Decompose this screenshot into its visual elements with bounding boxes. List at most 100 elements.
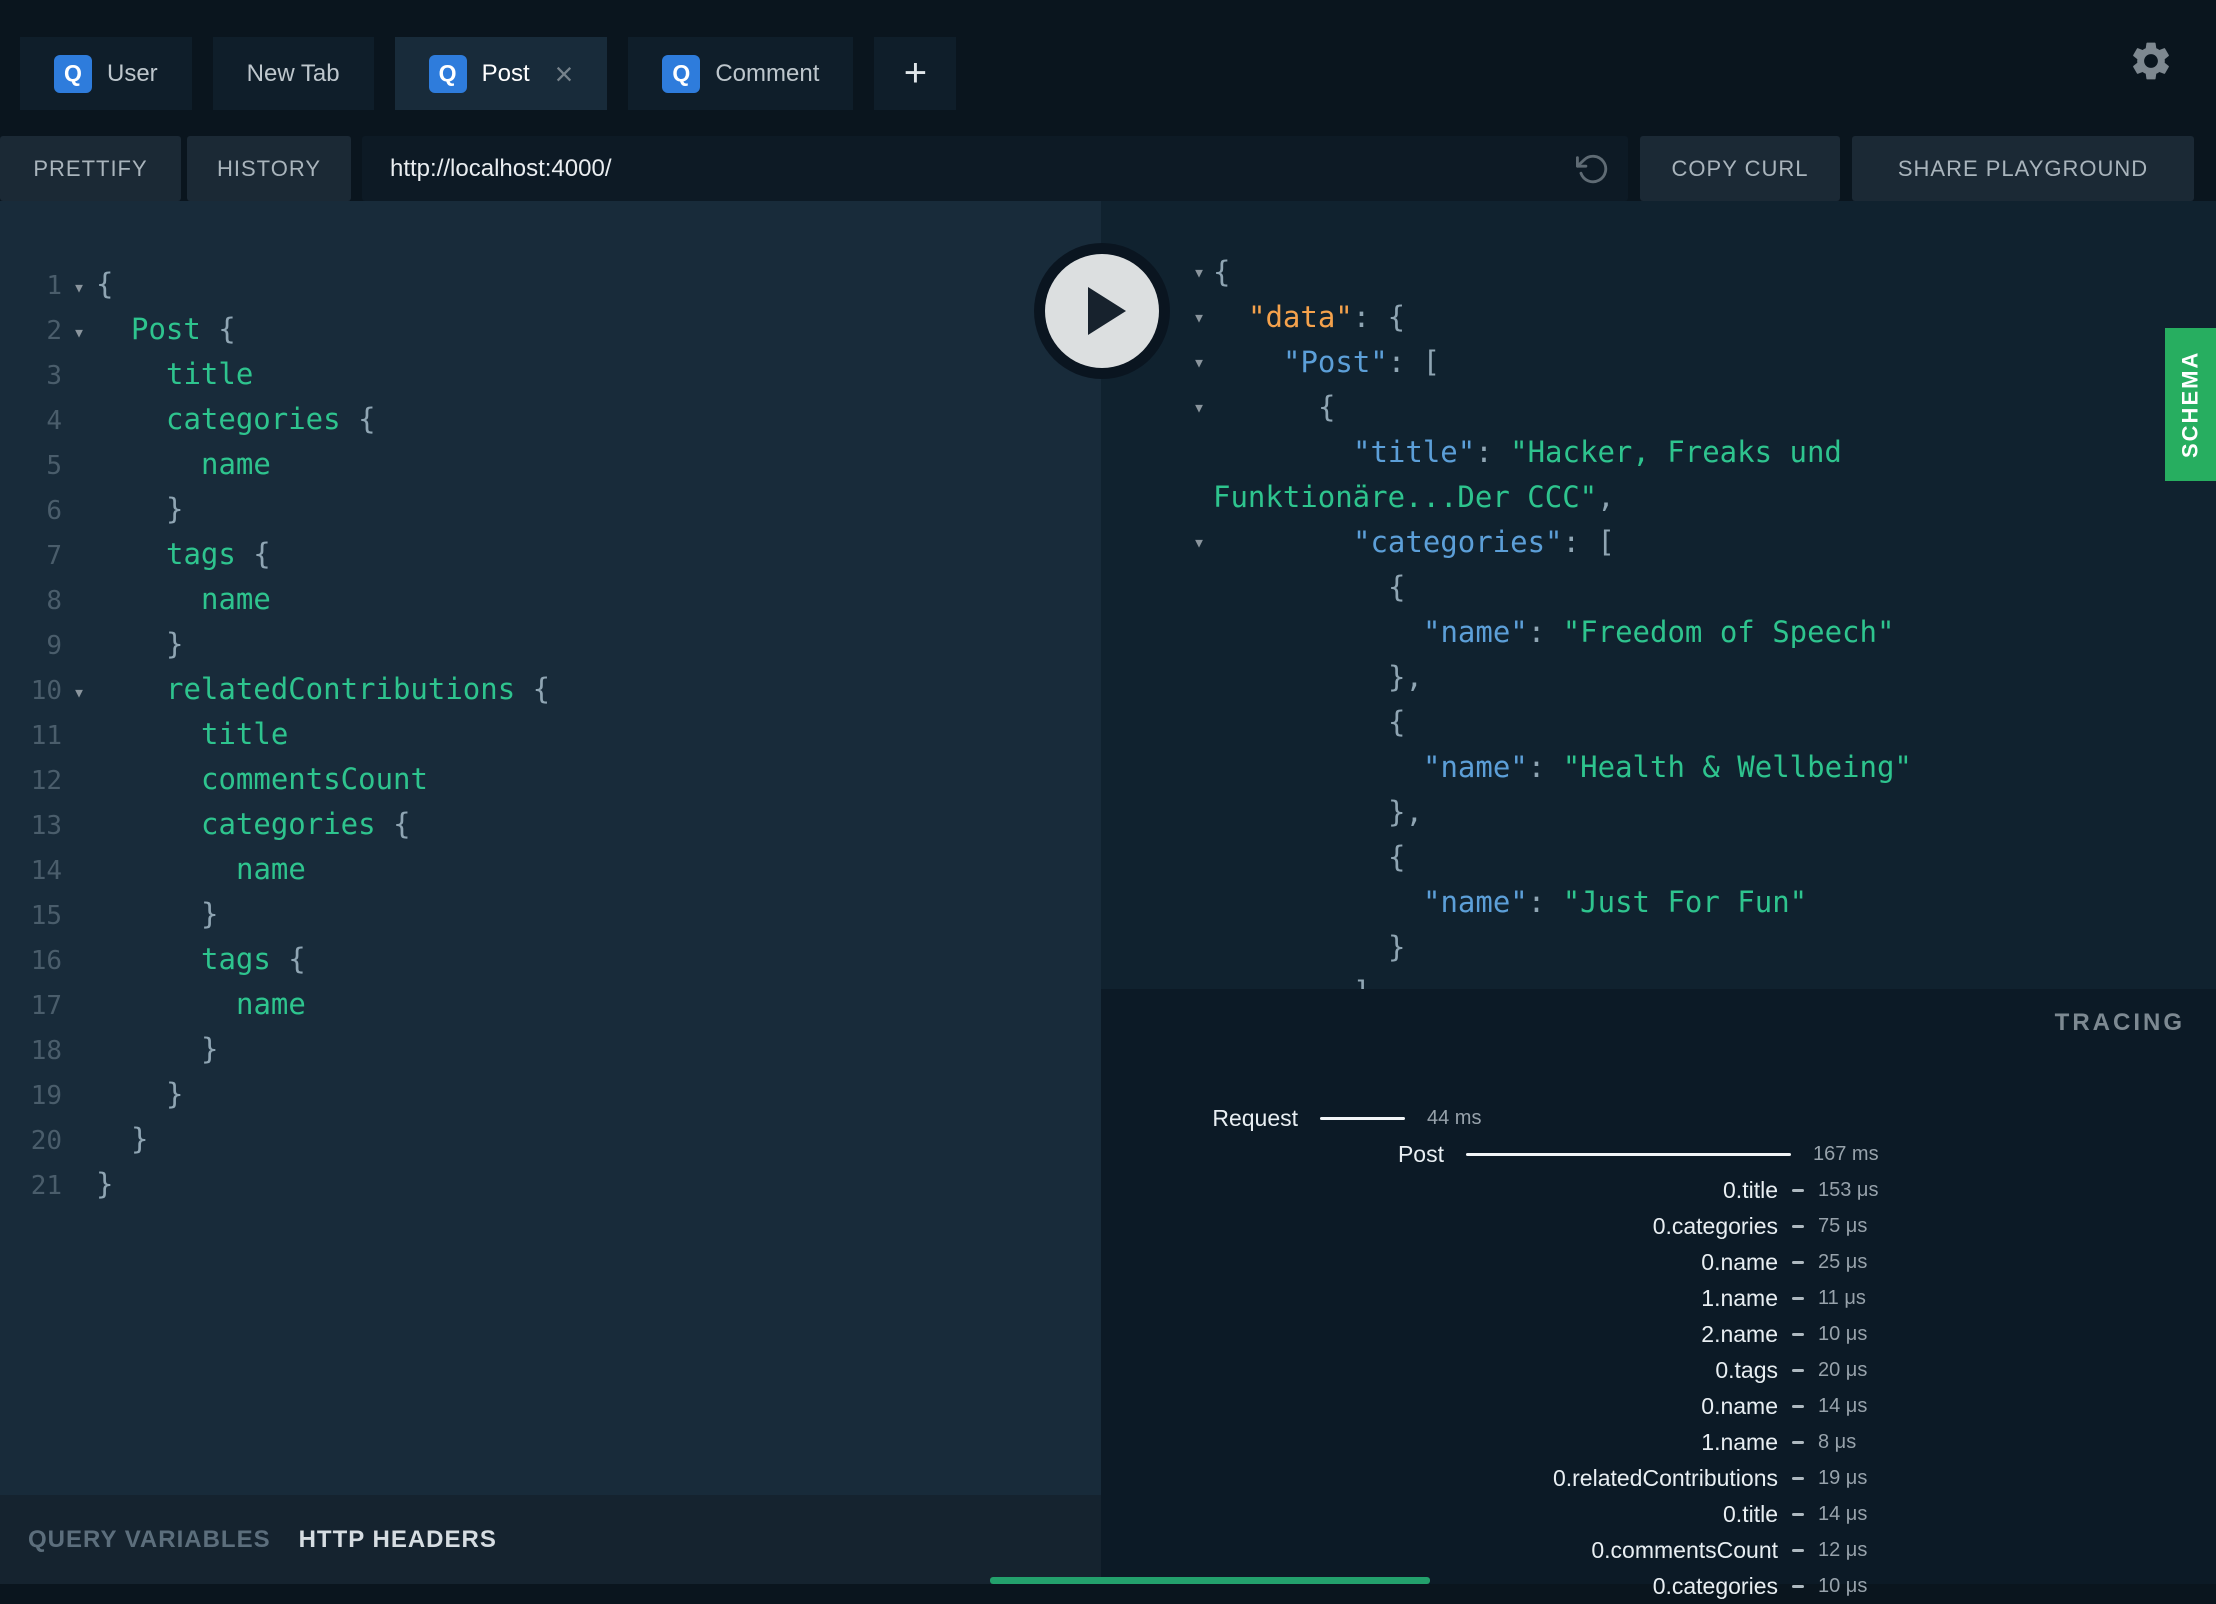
code-text: } bbox=[201, 897, 219, 931]
tracing-label: 0.relatedContributions bbox=[1552, 1464, 1778, 1491]
code-text: } bbox=[96, 1167, 114, 1201]
code-text: }, bbox=[1388, 795, 1423, 829]
code-text: Funktionäre...Der CCC", bbox=[1213, 480, 1615, 514]
line-number: 5 bbox=[46, 451, 62, 481]
tracing-label: 0.title bbox=[1723, 1176, 1778, 1203]
tracing-label: 0.name bbox=[1701, 1392, 1778, 1419]
tab-post[interactable]: Q Post × bbox=[394, 37, 608, 110]
tracing-row: 1.name 11 μs bbox=[1101, 1280, 2216, 1316]
tab-comment[interactable]: Q Comment bbox=[628, 37, 854, 110]
endpoint-url-input[interactable] bbox=[362, 154, 1628, 183]
query-line: 15} bbox=[0, 892, 1101, 937]
fold-arrow-icon[interactable]: ▾ bbox=[62, 310, 96, 355]
execute-query-button[interactable] bbox=[1034, 243, 1170, 379]
new-tab-button[interactable]: + bbox=[874, 37, 957, 110]
tab-new-tab[interactable]: New Tab bbox=[212, 37, 374, 110]
fold-arrow-icon[interactable]: ▾ bbox=[1193, 520, 1205, 565]
close-tab-icon[interactable]: × bbox=[555, 58, 574, 90]
tracing-row: Request 44 ms bbox=[1101, 1100, 2216, 1136]
duration-value: 75 μs bbox=[1818, 1214, 1868, 1237]
code-text: } bbox=[166, 627, 184, 661]
query-line: 7 tags { bbox=[0, 532, 1101, 577]
tab-user[interactable]: Q User bbox=[20, 37, 192, 110]
query-variables-toggle[interactable]: QUERY VARIABLES bbox=[28, 1526, 271, 1554]
response-line: } bbox=[1101, 925, 2216, 970]
query-line: 17 name bbox=[0, 982, 1101, 1027]
prettify-button[interactable]: PRETTIFY bbox=[0, 136, 181, 201]
code-text: { bbox=[1388, 705, 1406, 739]
code-text: categories { bbox=[166, 402, 376, 436]
duration-value: 14 μs bbox=[1818, 1502, 1868, 1525]
dash-separator bbox=[1778, 1476, 1818, 1480]
fold-arrow-icon[interactable]: ▾ bbox=[62, 670, 96, 715]
tracing-label: 0.name bbox=[1701, 1248, 1778, 1275]
query-line: 21} bbox=[0, 1162, 1101, 1207]
fold-arrow-icon[interactable]: ▾ bbox=[62, 265, 96, 310]
query-line: 16 tags { bbox=[0, 937, 1101, 982]
line-number: 9 bbox=[46, 631, 62, 661]
line-number: 3 bbox=[46, 361, 62, 391]
query-type-icon: Q bbox=[428, 54, 467, 93]
tracing-row: 0.name 14 μs bbox=[1101, 1388, 2216, 1424]
dash-separator bbox=[1778, 1296, 1818, 1300]
query-type-icon: Q bbox=[54, 54, 92, 93]
tracing-label: 0.commentsCount bbox=[1591, 1536, 1778, 1563]
line-number: 20 bbox=[30, 1126, 62, 1156]
copy-curl-button[interactable]: COPY CURL bbox=[1640, 136, 1840, 201]
code-text: "title": "Hacker, Freaks und bbox=[1353, 435, 1842, 469]
settings-gear-icon[interactable] bbox=[2128, 38, 2174, 84]
schema-tab[interactable]: SCHEMA bbox=[2165, 328, 2216, 481]
duration-value: 167 ms bbox=[1813, 1142, 1879, 1165]
line-number: 19 bbox=[30, 1081, 62, 1111]
tracing-label: 0.title bbox=[1723, 1500, 1778, 1527]
line-number: 17 bbox=[30, 991, 62, 1021]
code-text: name bbox=[236, 987, 306, 1021]
tracing-row: Post 167 ms bbox=[1101, 1136, 2216, 1172]
line-number: 7 bbox=[46, 541, 62, 571]
response-viewer[interactable]: ▾{▾ "data": {▾ "Post": [▾{"title": "Hacker… bbox=[1101, 201, 2216, 1038]
play-icon bbox=[1088, 287, 1126, 335]
duration-value: 20 μs bbox=[1818, 1358, 1868, 1381]
fold-arrow-icon[interactable]: ▾ bbox=[1193, 340, 1205, 385]
http-headers-toggle[interactable]: HTTP HEADERS bbox=[299, 1526, 497, 1554]
fold-arrow-icon[interactable]: ▾ bbox=[1193, 385, 1205, 430]
response-line: { bbox=[1101, 835, 2216, 880]
duration-value: 44 ms bbox=[1427, 1106, 1482, 1129]
history-button[interactable]: HISTORY bbox=[187, 136, 351, 201]
code-text: } bbox=[166, 1077, 184, 1111]
code-text: { bbox=[1213, 255, 1231, 289]
code-text: name bbox=[236, 852, 306, 886]
share-playground-button[interactable]: SHARE PLAYGROUND bbox=[1852, 136, 2194, 201]
duration-value: 8 μs bbox=[1818, 1430, 1857, 1453]
line-number: 13 bbox=[30, 811, 62, 841]
tracing-row: 0.relatedContributions 19 μs bbox=[1101, 1460, 2216, 1496]
query-editor[interactable]: 1 ▾{2 ▾ Post {3 title 4 categories {5 name 6} 7 ta… bbox=[0, 201, 1101, 1495]
dash-separator bbox=[1778, 1260, 1818, 1264]
query-type-icon: Q bbox=[662, 54, 701, 93]
dash-separator bbox=[1778, 1440, 1818, 1444]
query-line: 5 name bbox=[0, 442, 1101, 487]
reload-schema-icon[interactable] bbox=[1576, 152, 1610, 186]
duration-value: 25 μs bbox=[1818, 1250, 1868, 1273]
dash-separator bbox=[1778, 1512, 1818, 1516]
line-number: 10 bbox=[30, 676, 62, 706]
play-circle bbox=[1045, 254, 1159, 368]
tracing-label: 0.categories bbox=[1652, 1572, 1778, 1599]
tracing-label: 1.name bbox=[1701, 1428, 1778, 1455]
response-line: ▾ "categories": [ bbox=[1101, 520, 2216, 565]
code-text: "Post": [ bbox=[1283, 345, 1441, 379]
response-line: ▾ "data": { bbox=[1101, 295, 2216, 340]
tracing-label: 2.name bbox=[1701, 1320, 1778, 1347]
tracing-row: 0.categories 10 μs bbox=[1101, 1568, 2216, 1604]
dash-separator bbox=[1778, 1404, 1818, 1408]
fold-arrow-icon[interactable]: ▾ bbox=[1193, 295, 1205, 340]
line-number: 11 bbox=[30, 721, 62, 751]
response-line: ▾{ bbox=[1101, 385, 2216, 430]
tab-label: Comment bbox=[715, 59, 820, 87]
horizontal-scrollbar-thumb[interactable] bbox=[990, 1577, 1430, 1584]
dash-separator bbox=[1778, 1584, 1818, 1588]
response-line: "name": "Health & Wellbeing" bbox=[1101, 745, 2216, 790]
query-line: 14 name bbox=[0, 847, 1101, 892]
tab-label: New Tab bbox=[246, 59, 340, 87]
fold-arrow-icon[interactable]: ▾ bbox=[1193, 250, 1205, 295]
